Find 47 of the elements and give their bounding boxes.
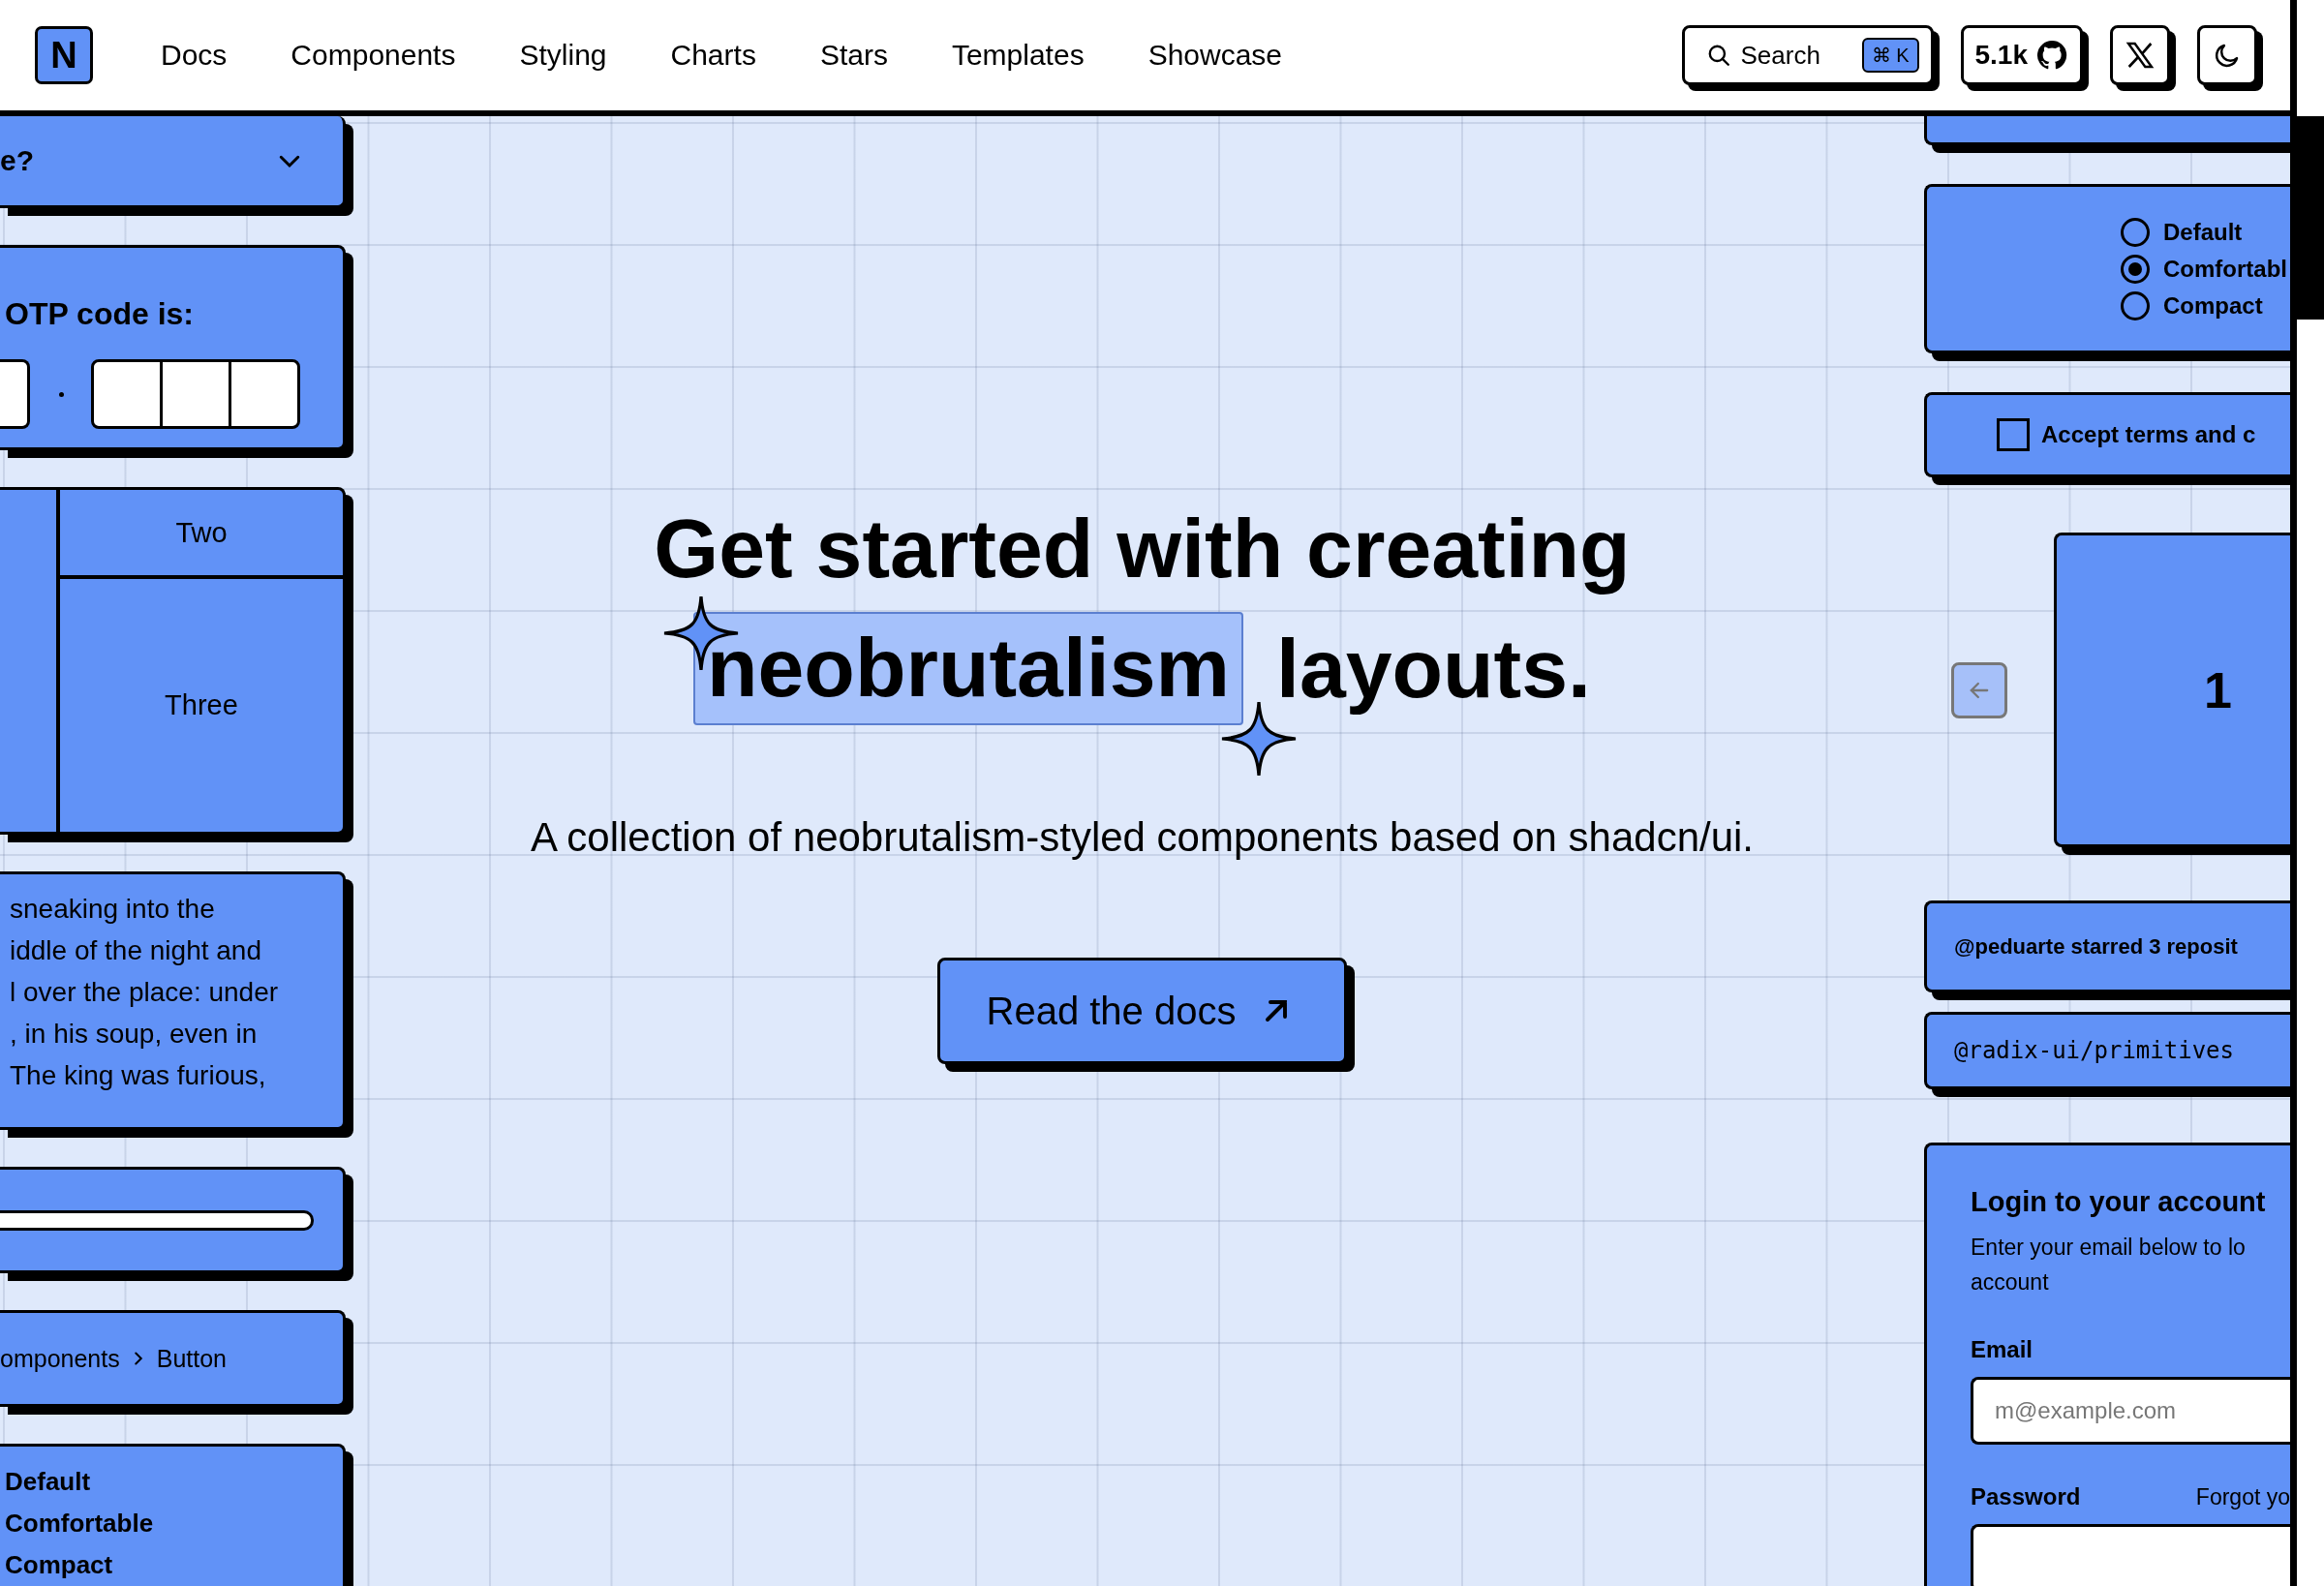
otp-input[interactable] — [91, 359, 300, 429]
stars-count: 5.1k — [1974, 40, 2028, 71]
hero-description: A collection of neobrutalism-styled components based on shadcn/ui. — [530, 814, 1755, 862]
panel-label: Three — [164, 688, 239, 722]
hero-title: layouts. — [1276, 621, 1591, 717]
accordion-title: e? — [0, 144, 34, 177]
logo[interactable]: N — [35, 26, 93, 84]
password-label: Password — [1971, 1483, 2081, 1510]
radio-label[interactable]: Comfortable — [5, 1508, 343, 1540]
panel-label: Two — [60, 490, 343, 579]
slide-number: 1 — [2204, 660, 2232, 719]
password-field[interactable] — [1971, 1524, 2290, 1586]
nav-link[interactable]: Components — [290, 39, 456, 72]
scrollbar[interactable] — [2290, 0, 2324, 1586]
hero-title: Get started with creating — [654, 501, 1631, 596]
breadcrumb-link[interactable]: Button — [156, 1344, 227, 1373]
checkbox[interactable] — [1997, 418, 2030, 451]
otp-input[interactable] — [0, 359, 30, 429]
radio-button[interactable] — [2121, 290, 2150, 320]
email-field[interactable]: m@example.com — [1971, 1377, 2290, 1445]
cat-icon — [2035, 39, 2068, 72]
nav-link[interactable]: Styling — [519, 39, 607, 72]
search-label: Search — [1740, 40, 1820, 71]
nav-link[interactable]: Showcase — [1147, 39, 1283, 72]
nav-link[interactable]: Charts — [670, 39, 756, 72]
login-title: Login to your account — [1971, 1186, 2267, 1218]
checkbox-label: Accept terms and c — [2041, 421, 2256, 448]
shortcut-key: ⌘ K — [1861, 38, 1919, 73]
nav-link[interactable]: Docs — [161, 39, 228, 72]
scrollbar-thumb[interactable] — [2297, 116, 2324, 320]
radio-button[interactable] — [2121, 254, 2150, 284]
nav-link[interactable]: Templates — [951, 39, 1085, 72]
radio-label: Comfortabl — [2163, 255, 2287, 283]
radio-label[interactable]: Compact — [5, 1549, 343, 1581]
login-description: Enter your email below to lo account — [1971, 1234, 2247, 1296]
nav-link[interactable]: Stars — [819, 39, 888, 72]
breadcrumb-link[interactable]: omponents — [0, 1344, 120, 1373]
email-label: Email — [1971, 1336, 2034, 1363]
radio-label[interactable]: Default — [5, 1466, 343, 1498]
radio-label: Compact — [2163, 291, 2263, 320]
separator-dot — [59, 391, 64, 397]
story-text: sneaking into the iddle of the night and l over the place: under , in his soup, even in The king was furious, — [10, 893, 279, 1092]
radio-button[interactable] — [2121, 217, 2150, 247]
x-icon — [2125, 40, 2156, 71]
radio-label: Default — [2163, 218, 2243, 246]
forgot-password-link[interactable]: Forgot yo — [2195, 1483, 2290, 1510]
otp-label: OTP code is: — [5, 296, 195, 332]
